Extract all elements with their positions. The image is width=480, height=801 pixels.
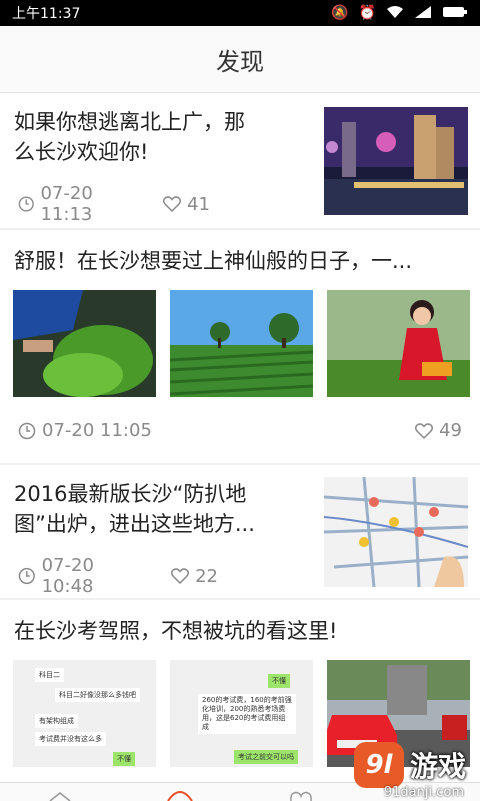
heart-icon[interactable] xyxy=(415,423,433,439)
chat-bubble: 不懂 xyxy=(113,752,135,766)
article-title[interactable]: 如果你想逃离北上广，那么长沙欢迎你! xyxy=(14,107,264,167)
tea-girl-image[interactable] xyxy=(327,290,470,397)
chat-screenshot-1[interactable]: 科目二 科目二好像没那么多钱吧 有架构组成 考试费并没有这么多 不懂 xyxy=(13,660,156,767)
chat-bubble: 科目二 xyxy=(35,668,64,682)
chat-bubble: 有架构组成 xyxy=(35,714,78,728)
article-thumbnail[interactable] xyxy=(324,107,468,215)
article-meta: 07-20 10:48 22 xyxy=(18,555,218,597)
like-count: 41 xyxy=(187,194,210,215)
status-time: 上午11:37 xyxy=(12,3,80,23)
watermark-logo: 9l xyxy=(354,742,404,788)
battery-icon xyxy=(442,5,468,22)
watermark: 9l 游戏 xyxy=(354,742,466,788)
chat-bubble: 260的考试费，160的考前强化培训，200的熟悉考场费用，这是620的考试费用… xyxy=(198,694,296,734)
tea-picking-image[interactable] xyxy=(13,290,156,397)
signal-icon xyxy=(414,5,432,22)
page-header: 发现 xyxy=(0,26,480,93)
clock-icon xyxy=(18,422,36,440)
chat-bubble: 考试费并没有这么多 xyxy=(35,732,106,746)
map-thumbnail[interactable] xyxy=(324,477,468,587)
status-bar: 上午11:37 🔕 ⏰ xyxy=(0,0,480,26)
clock-icon xyxy=(18,567,36,585)
article-title[interactable]: 在长沙考驾照，不想被坑的看这里! xyxy=(14,616,466,646)
article-card-3[interactable]: 2016最新版长沙“防扒地图”出炉，进出这些地方... 07-20 10:48 … xyxy=(0,465,480,598)
article-meta: 07-20 11:05 49 xyxy=(18,420,462,441)
alarm-icon: ⏰ xyxy=(359,6,376,20)
article-date: 07-20 11:13 xyxy=(40,183,141,225)
heart-icon[interactable] xyxy=(171,568,189,584)
article-title[interactable]: 2016最新版长沙“防扒地图”出炉，进出这些地方... xyxy=(14,479,264,539)
heart-icon[interactable] xyxy=(163,196,181,212)
article-image-strip xyxy=(13,290,470,397)
like-count: 22 xyxy=(195,566,218,587)
watermark-url: 91danji.com xyxy=(384,785,464,800)
watermark-name: 游戏 xyxy=(410,745,466,785)
article-card-2[interactable]: 舒服！在长沙想要过上神仙般的日子，一... xyxy=(0,230,480,463)
chat-screenshot-2[interactable]: 不懂 260的考试费，160的考前强化培训，200的熟悉考场费用，这是620的考… xyxy=(170,660,313,767)
discover-tab-icon[interactable] xyxy=(166,789,194,801)
article-date: 07-20 10:48 xyxy=(42,555,149,597)
chat-bubble: 不懂 xyxy=(268,674,290,688)
article-meta: 07-20 11:13 41 xyxy=(18,183,210,225)
page-title: 发现 xyxy=(216,42,264,77)
chat-bubble: 考试之前交可以吗 xyxy=(234,750,298,764)
chat-bubble: 科目二好像没那么多钱吧 xyxy=(55,688,140,702)
mute-icon: 🔕 xyxy=(331,6,348,20)
clock-icon xyxy=(18,195,34,213)
article-card-1[interactable]: 如果你想逃离北上广，那么长沙欢迎你! 07-20 11:13 41 xyxy=(0,93,480,228)
article-date: 07-20 11:05 xyxy=(42,420,152,441)
article-title[interactable]: 舒服！在长沙想要过上神仙般的日子，一... xyxy=(14,246,466,276)
tea-field-image[interactable] xyxy=(170,290,313,397)
status-icons: 🔕 ⏰ xyxy=(331,5,468,22)
wifi-icon xyxy=(386,5,404,22)
like-count: 49 xyxy=(439,420,462,441)
